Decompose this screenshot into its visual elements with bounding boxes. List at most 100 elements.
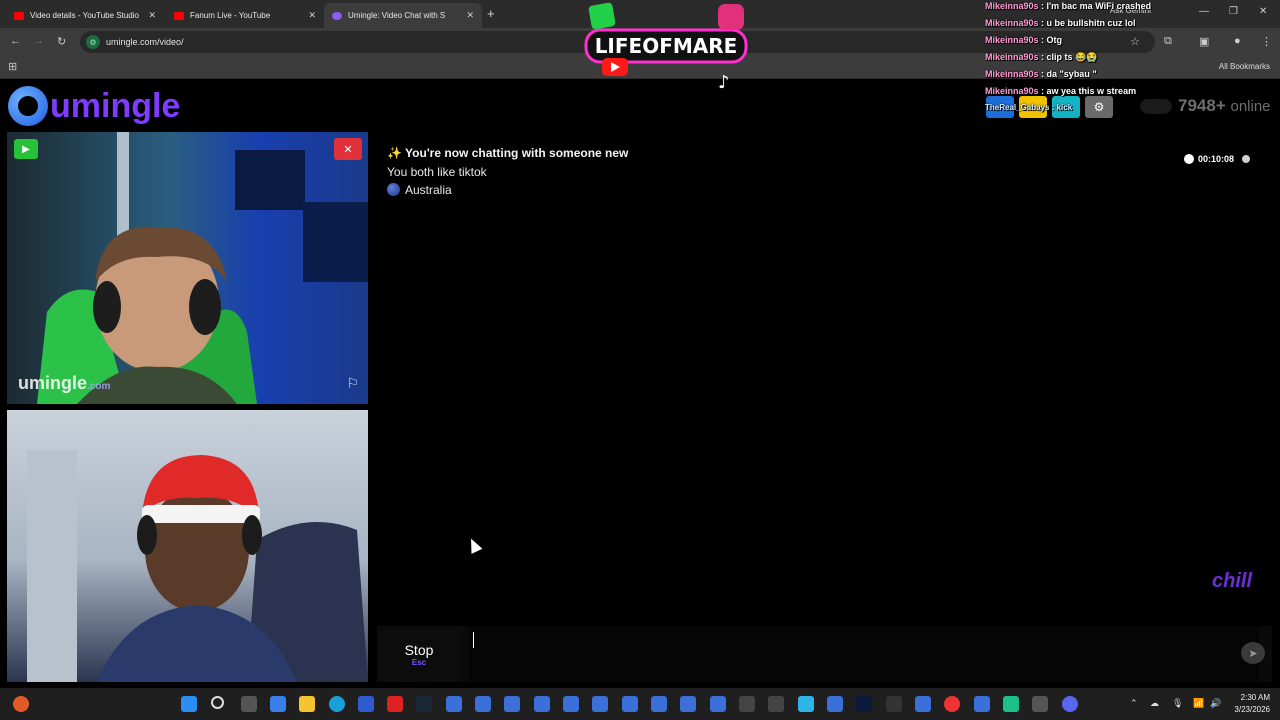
stream-chat-line: Mikeinna90s : da "sybau " xyxy=(985,69,1097,79)
youtube-icon xyxy=(14,11,24,20)
app-icon[interactable] xyxy=(475,696,491,712)
stop-button[interactable]: Stop Esc xyxy=(377,626,461,682)
back-icon[interactable]: ← xyxy=(10,35,21,47)
store-icon[interactable] xyxy=(358,696,374,712)
stream-chat-line: Mikeinna90s : clip ts 😂😭 xyxy=(985,52,1098,62)
stop-button-label: Stop xyxy=(404,641,434,658)
app-icon[interactable] xyxy=(1032,696,1048,712)
australia-flag-icon xyxy=(387,183,400,196)
report-flag-icon[interactable]: ⚐ xyxy=(346,375,359,392)
reload-icon[interactable]: ↻ xyxy=(57,35,66,48)
app-icon[interactable] xyxy=(504,696,520,712)
message-input[interactable] xyxy=(469,626,1259,682)
app-icon[interactable] xyxy=(1003,696,1019,712)
task-view-icon[interactable] xyxy=(241,696,257,712)
stream-chat-line: Mikeinna90s : I'm bac ma WiFi crashed xyxy=(985,1,1152,11)
umingle-logo[interactable]: umingle xyxy=(8,86,180,126)
new-chat-message: ✨ You're now chatting with someone new xyxy=(387,146,629,160)
camera-off-button[interactable]: ✕ xyxy=(334,138,362,160)
notification-app-icon[interactable] xyxy=(13,696,29,712)
apps-grid-icon[interactable]: ⊞ xyxy=(8,60,17,73)
app-icon[interactable] xyxy=(915,696,931,712)
app-icon[interactable] xyxy=(622,696,638,712)
taskbar-clock[interactable]: 2:30 AM 3/23/2026 xyxy=(1234,692,1270,716)
capcut-icon[interactable] xyxy=(768,696,784,712)
tab-umingle[interactable]: Umingle: Video Chat with S ✕ xyxy=(324,3,482,28)
stranger-country: Australia xyxy=(387,183,452,197)
app-icon[interactable] xyxy=(680,696,696,712)
stranger-video-feed xyxy=(37,132,368,404)
chill-watermark: chill xyxy=(1211,570,1252,592)
chrome-icon[interactable] xyxy=(944,696,960,712)
menu-icon[interactable]: ⋮ xyxy=(1261,35,1272,48)
site-info-icon[interactable]: ⚙ xyxy=(86,35,100,49)
app-icon[interactable] xyxy=(651,696,667,712)
tab-youtube-studio[interactable]: Video details - YouTube Studio ✕ xyxy=(6,3,164,28)
send-icon[interactable]: ➤ xyxy=(1241,642,1265,664)
edge-icon[interactable] xyxy=(329,696,345,712)
stream-overlay-logo: LIFEOFMARE ♪ xyxy=(584,2,748,93)
stream-chat-line: Mikeinna90s : Otg xyxy=(985,35,1063,45)
profile-avatar-icon[interactable]: ● xyxy=(1234,35,1241,47)
steam-icon[interactable] xyxy=(416,696,432,712)
app-icon[interactable] xyxy=(446,696,462,712)
minimize-icon[interactable]: — xyxy=(1199,6,1209,17)
stream-chat-overlay: Mikeinna90s : I'm bac ma WiFi crashed Mi… xyxy=(985,0,1185,119)
app-icon[interactable] xyxy=(974,696,990,712)
stream-chat-line: Mikeinna90s : aw yea this w stream xyxy=(985,86,1137,96)
tab-fanum-live[interactable]: Fanum Live - YouTube ✕ xyxy=(166,3,324,28)
app-icon[interactable] xyxy=(798,696,814,712)
discord-icon[interactable] xyxy=(1062,696,1078,712)
wifi-icon[interactable]: 📶 xyxy=(1193,698,1204,709)
maximize-icon[interactable]: ❐ xyxy=(1229,6,1238,17)
text-caret xyxy=(473,632,474,648)
shared-interests-message: You both like tiktok xyxy=(387,165,487,179)
umingle-icon xyxy=(332,11,342,20)
side-panel-icon[interactable]: ▣ xyxy=(1199,35,1209,48)
play-button[interactable]: ▶ xyxy=(14,139,38,159)
all-bookmarks-button[interactable]: All Bookmarks xyxy=(1219,62,1270,71)
app-icon[interactable] xyxy=(592,696,608,712)
clock-icon xyxy=(1183,154,1194,164)
umingle-logo-mark-icon xyxy=(8,86,48,126)
tray-app-icon[interactable]: ☁ xyxy=(1150,698,1159,709)
tab-title: Fanum Live - YouTube xyxy=(190,11,271,20)
photoshop-icon[interactable] xyxy=(856,696,872,712)
svg-text:♪: ♪ xyxy=(718,72,730,93)
country-label: Australia xyxy=(405,183,452,197)
app-icon[interactable] xyxy=(827,696,843,712)
self-video xyxy=(7,410,368,682)
tab-title: Video details - YouTube Studio xyxy=(30,11,139,20)
copilot-icon[interactable] xyxy=(270,696,286,712)
new-tab-button[interactable]: + xyxy=(487,6,495,21)
timer-value: 00:10:08 xyxy=(1197,154,1234,164)
app-icon[interactable] xyxy=(387,696,403,712)
chat-input-row: Stop Esc ➤ xyxy=(377,626,1272,682)
close-icon[interactable]: ✕ xyxy=(308,10,316,21)
app-icon[interactable] xyxy=(886,696,902,712)
search-icon[interactable] xyxy=(211,696,224,709)
chat-timer: 00:10:08 xyxy=(1183,154,1250,164)
close-icon[interactable]: ✕ xyxy=(466,10,474,21)
app-icon[interactable] xyxy=(563,696,579,712)
info-icon[interactable] xyxy=(1242,155,1250,163)
windows-taskbar: ⌃ ☁ 🎙 📶 🔊 2:30 AM 3/23/2026 xyxy=(0,688,1280,720)
forward-icon[interactable]: → xyxy=(33,35,44,47)
online-count-value: 7948+ xyxy=(1178,96,1226,115)
tray-chevron-icon[interactable]: ⌃ xyxy=(1130,698,1138,709)
chat-panel: ✨ You're now chatting with someone new Y… xyxy=(377,132,1272,624)
microphone-icon[interactable]: 🎙 xyxy=(1172,698,1183,709)
stream-follower-alert: TheReal_Gabays : kick xyxy=(985,103,1073,112)
start-menu-icon[interactable] xyxy=(181,696,197,712)
taskbar-time: 2:30 AM xyxy=(1240,693,1270,702)
close-window-icon[interactable]: ✕ xyxy=(1259,6,1267,17)
app-icon[interactable] xyxy=(534,696,550,712)
app-icon[interactable] xyxy=(710,696,726,712)
online-counter: 7948+ online xyxy=(1178,96,1271,116)
close-icon[interactable]: ✕ xyxy=(148,10,156,21)
volume-icon[interactable]: 🔊 xyxy=(1210,698,1221,709)
app-icon[interactable] xyxy=(739,696,755,712)
umingle-watermark: umingle.com xyxy=(18,373,111,393)
file-explorer-icon[interactable] xyxy=(299,696,315,712)
youtube-icon xyxy=(174,11,184,20)
